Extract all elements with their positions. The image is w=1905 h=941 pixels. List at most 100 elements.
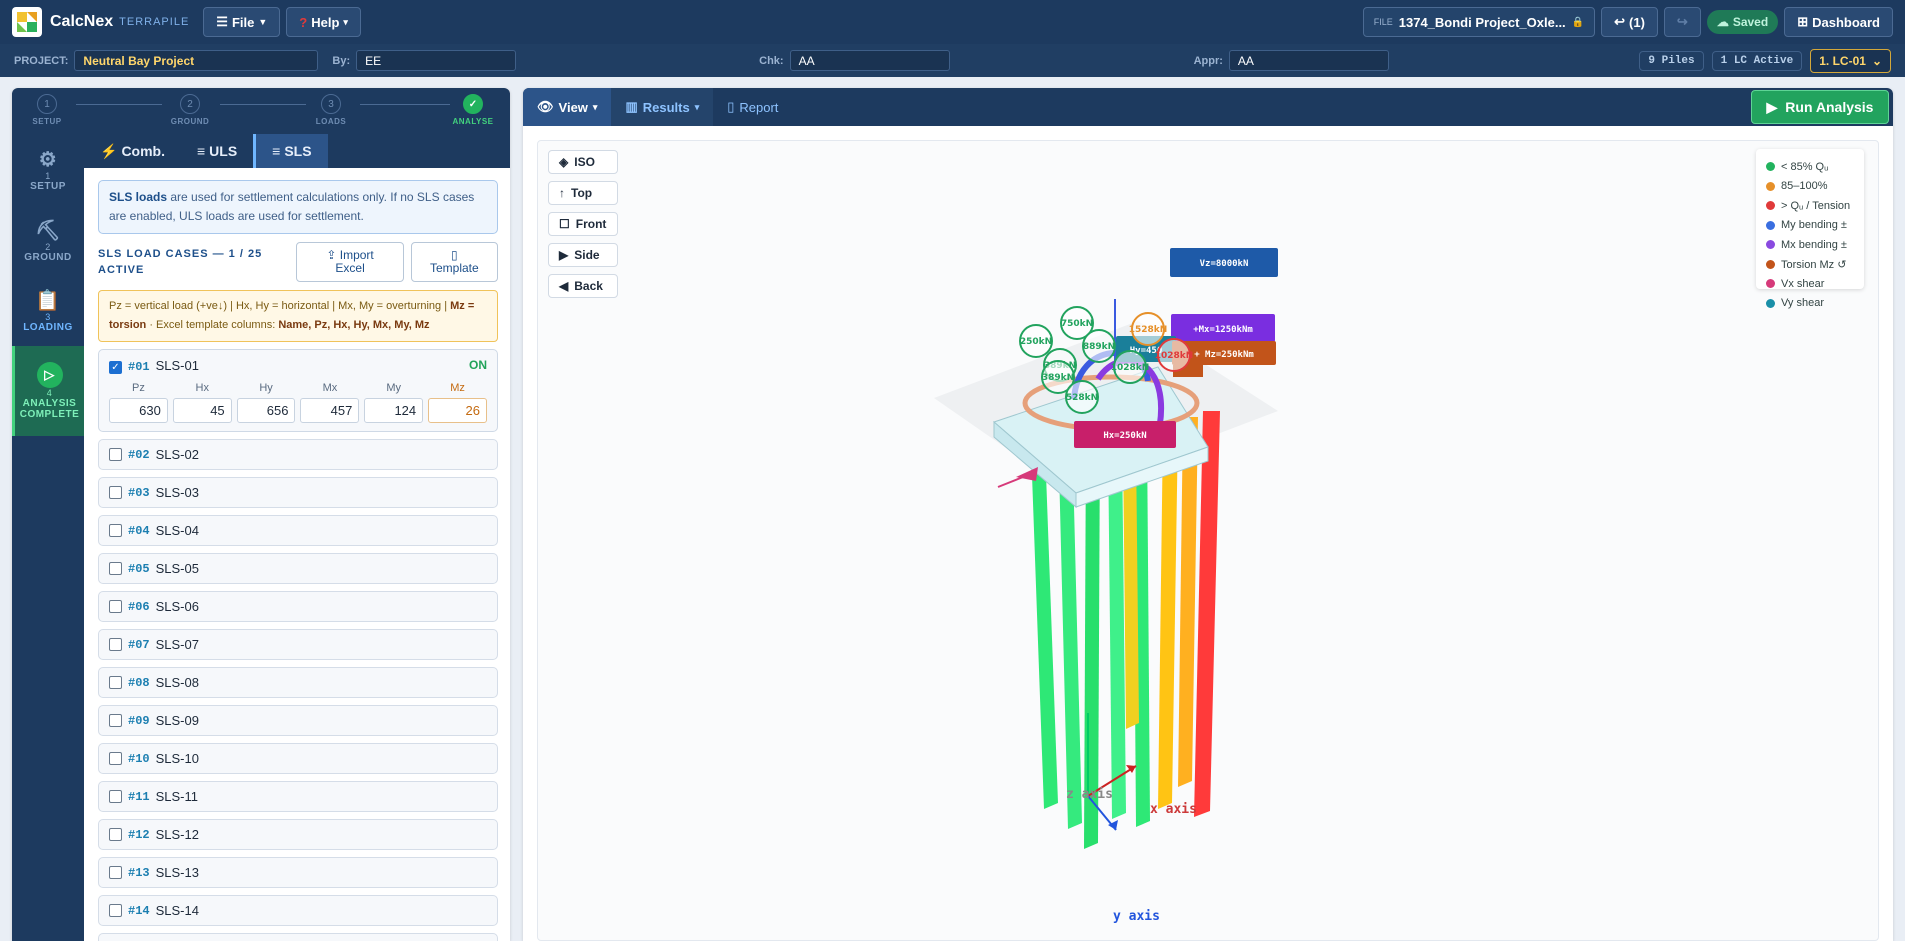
- pile-group-3d-model: Vz=8000kN +Mx=1250kNm Hy=450 + Mz=250kNm…: [934, 248, 1278, 924]
- pile-load-label: 1028kN: [1155, 351, 1194, 361]
- load-case-checkbox[interactable]: [109, 562, 122, 575]
- tab-uls[interactable]: ≡ ULS: [181, 134, 253, 168]
- pile-load-label: 1528kN: [1129, 325, 1168, 335]
- load-case-list: #02 SLS-02 #03 SLS-03 #04 SLS-04 #05 SLS-05 #06 S…: [98, 439, 498, 941]
- load-case-checkbox[interactable]: [109, 638, 122, 651]
- checked-field[interactable]: AA: [789, 50, 950, 71]
- load-case-checkbox[interactable]: [109, 676, 122, 689]
- caret-down-icon: ▾: [343, 16, 348, 27]
- list-icon: ≡: [272, 143, 281, 159]
- pile-load-label: 528kN: [1066, 393, 1098, 403]
- 3d-viewport[interactable]: ◈ ISO ↑ Top ☐ Front ▶ Side ◀ Back < 85% Qᵤ 85–…: [537, 140, 1879, 941]
- by-field[interactable]: EE: [356, 50, 517, 71]
- load-case-checkbox[interactable]: [109, 486, 122, 499]
- load-case-row[interactable]: #12 SLS-12: [98, 819, 498, 850]
- pile-load-label: 250kN: [1020, 337, 1052, 347]
- load-case-row[interactable]: #09 SLS-09: [98, 705, 498, 736]
- load-case-checkbox[interactable]: ✓: [109, 361, 122, 374]
- pile: [1108, 441, 1126, 819]
- load-case-checkbox[interactable]: [109, 752, 122, 765]
- step-ground[interactable]: 2 GROUND: [160, 94, 220, 126]
- load-case-row[interactable]: #03 SLS-03: [98, 477, 498, 508]
- play-icon: ▷: [36, 362, 63, 388]
- mz-input[interactable]: 26: [428, 398, 487, 423]
- pz-input[interactable]: 630: [109, 398, 168, 423]
- nav-setup[interactable]: ⚙ 1 SETUP: [12, 134, 84, 206]
- dashboard-button[interactable]: ⊞ Dashboard: [1784, 7, 1893, 37]
- tab-view[interactable]: 👁 View ▾: [523, 88, 612, 126]
- tab-results[interactable]: ▥ Results ▾: [611, 88, 714, 126]
- right-panel: 👁 View ▾ ▥ Results ▾ ▯ Report ▶ Run Analysis ◈…: [523, 88, 1893, 941]
- load-case-checkbox[interactable]: [109, 448, 122, 461]
- file-menu-button[interactable]: ☰ File ▼: [203, 7, 281, 37]
- app-name: CalcNex: [50, 13, 114, 30]
- pile: [1194, 411, 1220, 817]
- eye-icon: 👁: [537, 99, 554, 114]
- redo-button[interactable]: ↪: [1663, 7, 1701, 37]
- load-case-row-active[interactable]: ✓ #01 SLS-01 ON Pz 630 Hx 45 Hy 656 Mx 457 My 12…: [98, 349, 498, 432]
- left-panel: 1 SETUP 2 GROUND 3 LOADS ✓ ANALYSE ⚙ 1 SETUP ⛏…: [12, 88, 510, 941]
- mz-label: + Mz=250kNm: [1194, 350, 1254, 360]
- load-case-checkbox[interactable]: [109, 600, 122, 613]
- load-convention-note: Pz = vertical load (+ve↓) | Hx, Hy = hor…: [98, 290, 498, 342]
- load-case-row[interactable]: #08 SLS-08: [98, 667, 498, 698]
- mx-input[interactable]: 457: [300, 398, 360, 423]
- load-case-checkbox[interactable]: [109, 790, 122, 803]
- undo-button[interactable]: ↩ (1): [1601, 7, 1658, 37]
- z-axis-label: z axis: [1066, 787, 1113, 802]
- load-case-checkbox[interactable]: [109, 904, 122, 917]
- upload-icon: ⇪: [326, 248, 337, 262]
- project-name-field[interactable]: Neutral Bay Project: [74, 50, 319, 71]
- load-case-row[interactable]: #13 SLS-13: [98, 857, 498, 888]
- load-case-select[interactable]: 1. LC-01 ⌄: [1810, 48, 1891, 73]
- mx-label: +Mx=1250kNm: [1193, 325, 1253, 335]
- viewer-toolbar: 👁 View ▾ ▥ Results ▾ ▯ Report ▶ Run Analysis: [523, 88, 1893, 126]
- load-case-row[interactable]: #15SLS-15: [98, 933, 498, 941]
- app-logo[interactable]: [12, 7, 42, 37]
- saved-badge: ☁ Saved: [1706, 10, 1779, 34]
- grid-icon: ⊞: [1797, 14, 1809, 29]
- help-menu-button[interactable]: ? Help ▾: [286, 7, 361, 37]
- hy-input[interactable]: 656: [236, 398, 296, 423]
- load-case-checkbox[interactable]: [109, 524, 122, 537]
- load-case-row[interactable]: #14 SLS-14: [98, 895, 498, 926]
- tab-sls[interactable]: ≡ SLS: [253, 134, 328, 168]
- caret-down-icon: ▾: [592, 101, 598, 112]
- lock-icon: 🔒: [1571, 16, 1585, 28]
- nav-loading[interactable]: 📋 3 LOADING: [12, 276, 84, 346]
- load-case-row[interactable]: #07 SLS-07: [98, 629, 498, 660]
- x-axis-label: x axis: [1150, 802, 1197, 817]
- my-input[interactable]: 124: [364, 398, 424, 423]
- load-case-checkbox[interactable]: [109, 828, 122, 841]
- step-setup[interactable]: 1 SETUP: [17, 94, 77, 126]
- pile-load-label: 389kN: [1042, 373, 1074, 383]
- approved-field[interactable]: AA: [1228, 50, 1389, 71]
- load-cases-header: SLS LOAD CASES — 1 / 25 ACTIVE ⇪ Import E…: [98, 242, 498, 282]
- nav-analysis[interactable]: ▷ 4 ANALYSIS COMPLETE: [12, 346, 84, 436]
- load-case-checkbox[interactable]: [109, 714, 122, 727]
- load-case-checkbox[interactable]: [109, 866, 122, 879]
- template-button[interactable]: ▯ Template: [410, 242, 498, 282]
- load-case-row[interactable]: #05 SLS-05: [98, 553, 498, 584]
- load-case-row[interactable]: #04 SLS-04: [98, 515, 498, 546]
- load-case-row[interactable]: #11 SLS-11: [98, 781, 498, 812]
- gear-icon: ⚙: [38, 148, 58, 171]
- load-case-row[interactable]: #02 SLS-02: [98, 439, 498, 470]
- pile-load-label: 889kN: [1083, 342, 1115, 352]
- step-loads[interactable]: 3 LOADS: [301, 94, 361, 126]
- load-type-tabs: ⚡ Comb. ≡ ULS ≡ SLS: [84, 134, 510, 168]
- step-analyse[interactable]: ✓ ANALYSE: [443, 94, 503, 126]
- hx-input[interactable]: 45: [172, 398, 232, 423]
- run-analysis-button[interactable]: ▶ Run Analysis: [1751, 90, 1889, 124]
- tab-report[interactable]: ▯ Report: [713, 88, 792, 126]
- load-case-row[interactable]: #06 SLS-06: [98, 591, 498, 622]
- tab-combinations[interactable]: ⚡ Comb.: [84, 134, 181, 168]
- import-excel-button[interactable]: ⇪ Import Excel: [296, 242, 404, 282]
- file-name-box[interactable]: FILE 1374_Bondi Project_Oxle... 🔒: [1362, 7, 1596, 37]
- y-axis-label: y axis: [1113, 909, 1160, 924]
- vz-label: Vz=8000kN: [1200, 259, 1249, 269]
- load-case-row[interactable]: #10 SLS-10: [98, 743, 498, 774]
- pile: [1178, 417, 1198, 787]
- lc-active-badge: 1 LC Active: [1711, 50, 1803, 71]
- nav-ground[interactable]: ⛏ 2 GROUND: [12, 206, 84, 276]
